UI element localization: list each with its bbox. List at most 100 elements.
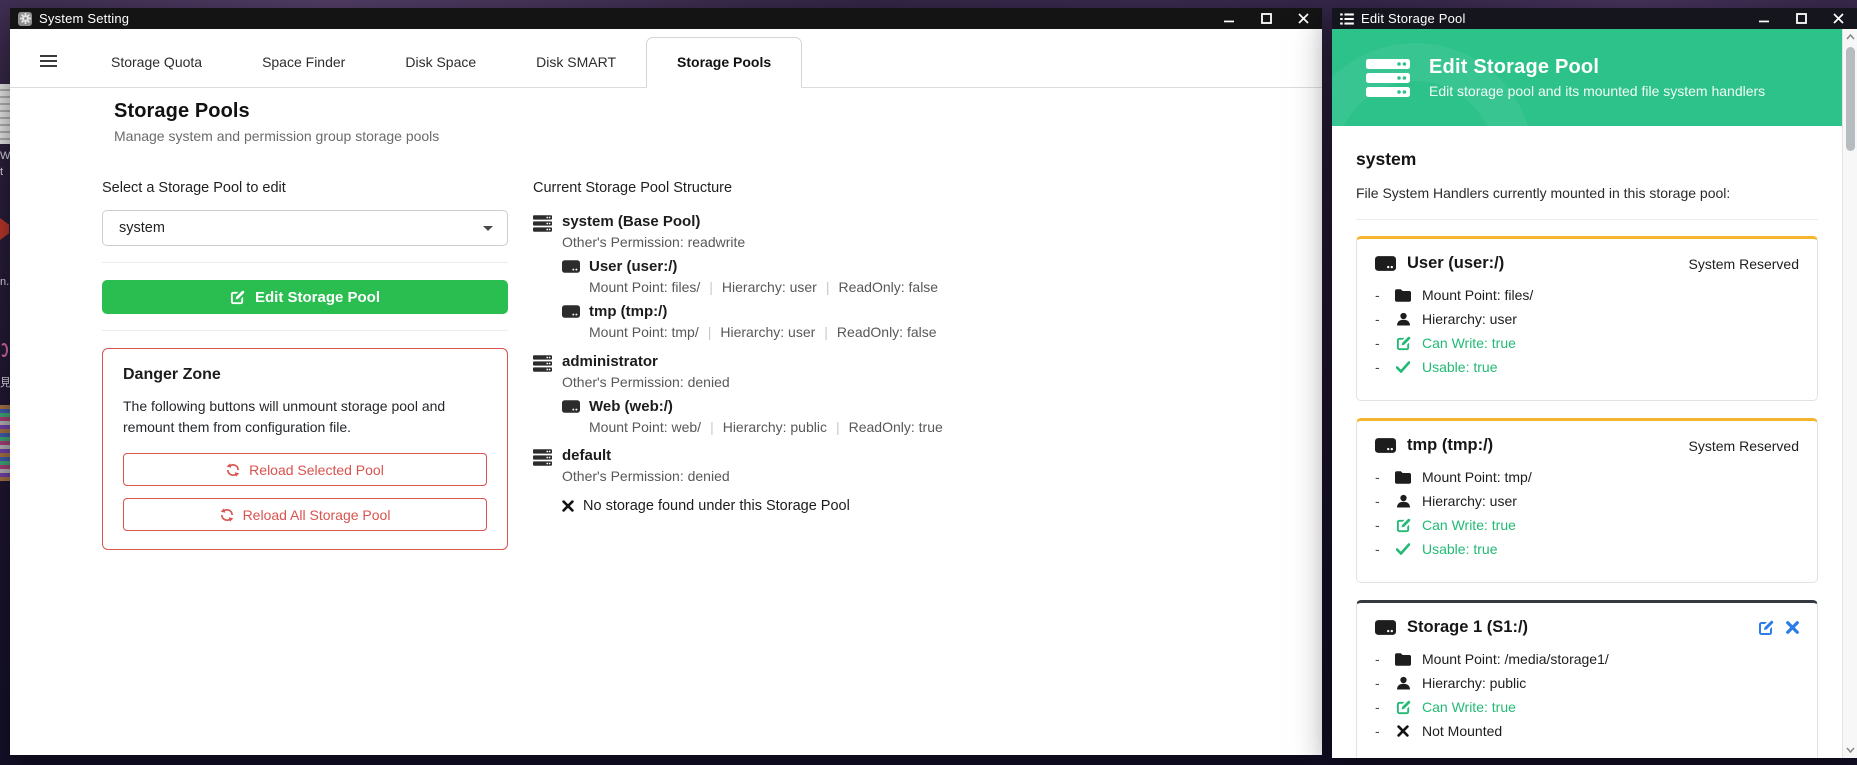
handler-name: tmp (tmp:/) xyxy=(589,303,937,321)
server-icon xyxy=(533,213,552,251)
edit-storage-pool-label: Edit Storage Pool xyxy=(255,289,380,306)
desktop-icon-fragment xyxy=(0,405,10,481)
desktop-icon-label-fragment: t xyxy=(0,167,3,178)
select-pool-label: Select a Storage Pool to edit xyxy=(102,180,508,196)
settings-tabbar: Storage Quota Space Finder Disk Space Di… xyxy=(10,29,1322,88)
edit-handler-button[interactable] xyxy=(1758,620,1774,636)
pool-name: default xyxy=(562,447,730,465)
pool-name: system (Base Pool) xyxy=(562,213,745,231)
desktop-icon-label-fragment: W xyxy=(0,151,10,162)
system-setting-window: System Setting Storage Quota Space Finde… xyxy=(10,8,1322,755)
gear-icon xyxy=(18,12,32,26)
tab-storage-pools[interactable]: Storage Pools xyxy=(646,37,802,88)
handler-detail-row: Can Write: true xyxy=(1375,699,1799,715)
page-title: Storage Pools xyxy=(114,100,439,123)
edit-icon xyxy=(1394,700,1412,715)
edit-pool-titlebar[interactable]: Edit Storage Pool xyxy=(1332,8,1857,29)
reload-selected-pool-button[interactable]: Reload Selected Pool xyxy=(123,453,487,486)
page-subtitle: Manage system and permission group stora… xyxy=(114,128,439,144)
hdd-icon xyxy=(1375,620,1396,635)
scrollbar[interactable] xyxy=(1842,29,1857,758)
edit-icon xyxy=(230,290,245,305)
hdd-icon xyxy=(562,258,580,296)
system-reserved-badge: System Reserved xyxy=(1689,438,1799,454)
handler-card-user: User (user:/) System Reserved Mount Poin… xyxy=(1356,236,1818,401)
hdd-icon xyxy=(1375,256,1396,271)
desktop-icon-fragment xyxy=(0,343,8,357)
remove-handler-button[interactable] xyxy=(1786,621,1799,634)
tree-pool-default: default Other's Permission: denied xyxy=(533,447,1173,485)
hamburger-menu-icon[interactable] xyxy=(36,55,81,87)
list-icon xyxy=(1340,13,1354,25)
handler-detail-row: Usable: true xyxy=(1375,359,1799,375)
handler-name: Web (web:/) xyxy=(589,398,943,416)
handler-detail-row: Mount Point: /media/storage1/ xyxy=(1375,651,1799,667)
tab-space-finder[interactable]: Space Finder xyxy=(232,37,375,87)
desktop-icon-label-fragment: n. xyxy=(0,277,9,288)
tab-storage-quota[interactable]: Storage Quota xyxy=(81,37,232,87)
server-icon xyxy=(533,447,552,485)
maximize-button[interactable] xyxy=(1794,12,1808,26)
handler-name: User (user:/) xyxy=(589,258,938,276)
handler-detail-row: Hierarchy: public xyxy=(1375,675,1799,691)
reload-all-storage-pool-label: Reload All Storage Pool xyxy=(243,507,391,523)
banner-title: Edit Storage Pool xyxy=(1429,56,1765,79)
close-button[interactable] xyxy=(1296,12,1310,26)
window-title: System Setting xyxy=(39,11,129,26)
pool-name-heading: system xyxy=(1356,149,1818,170)
system-reserved-badge: System Reserved xyxy=(1689,256,1799,272)
edit-storage-pool-button[interactable]: Edit Storage Pool xyxy=(102,280,508,314)
handler-detail-row: Mount Point: tmp/ xyxy=(1375,469,1799,485)
tree-empty-message: No storage found under this Storage Pool xyxy=(562,498,1173,514)
maximize-button[interactable] xyxy=(1259,12,1273,26)
tree-handler-web: Web (web:/) Mount Point: web/Hierarchy: … xyxy=(562,398,1173,436)
edit-storage-pool-window: Edit Storage Pool xyxy=(1332,8,1857,758)
handler-detail-row: Hierarchy: user xyxy=(1375,311,1799,327)
desktop-icon-fragment xyxy=(0,218,9,240)
minimize-button[interactable] xyxy=(1222,12,1236,26)
divider xyxy=(102,262,508,263)
handler-detail-row: Can Write: true xyxy=(1375,517,1799,533)
pool-edit-panel: Select a Storage Pool to edit system Edi… xyxy=(102,180,508,550)
pool-permission: Other's Permission: denied xyxy=(562,467,730,485)
divider xyxy=(102,330,508,331)
reload-selected-pool-label: Reload Selected Pool xyxy=(249,462,384,478)
server-stack-icon xyxy=(1366,59,1410,97)
folder-icon xyxy=(1394,289,1412,302)
hdd-icon xyxy=(1375,438,1396,453)
handler-detail-row: Usable: true xyxy=(1375,541,1799,557)
edit-icon xyxy=(1394,336,1412,351)
scroll-down-button[interactable] xyxy=(1843,742,1857,758)
handler-title: tmp (tmp:/) xyxy=(1407,436,1493,455)
tab-disk-smart[interactable]: Disk SMART xyxy=(506,37,646,87)
folder-icon xyxy=(1394,653,1412,666)
x-icon xyxy=(1394,725,1412,737)
pool-permission: Other's Permission: denied xyxy=(562,373,730,391)
tree-pool-system: system (Base Pool) Other's Permission: r… xyxy=(533,213,1173,251)
handler-details: Mount Point: web/Hierarchy: publicReadOn… xyxy=(589,418,943,436)
handler-card-tmp: tmp (tmp:/) System Reserved Mount Point:… xyxy=(1356,418,1818,583)
handler-title: Storage 1 (S1:/) xyxy=(1407,618,1528,637)
handler-detail-row: Mount Point: files/ xyxy=(1375,287,1799,303)
storage-pool-select[interactable]: system xyxy=(102,210,508,246)
reload-all-storage-pool-button[interactable]: Reload All Storage Pool xyxy=(123,498,487,531)
scrollbar-thumb[interactable] xyxy=(1846,47,1855,151)
scroll-up-button[interactable] xyxy=(1843,29,1857,45)
refresh-icon xyxy=(226,463,240,477)
person-icon xyxy=(1394,494,1412,508)
system-setting-titlebar[interactable]: System Setting xyxy=(10,8,1322,29)
person-icon xyxy=(1394,312,1412,326)
minimize-button[interactable] xyxy=(1757,12,1771,26)
tree-handler-user: User (user:/) Mount Point: files/Hierarc… xyxy=(562,258,1173,296)
close-button[interactable] xyxy=(1831,12,1845,26)
refresh-icon xyxy=(220,508,234,522)
banner-subtitle: Edit storage pool and its mounted file s… xyxy=(1429,83,1765,99)
structure-title: Current Storage Pool Structure xyxy=(533,180,1173,196)
tab-disk-space[interactable]: Disk Space xyxy=(375,37,506,87)
window-title: Edit Storage Pool xyxy=(1361,11,1466,26)
select-value: system xyxy=(119,220,165,236)
x-icon xyxy=(562,500,574,512)
danger-zone-title: Danger Zone xyxy=(123,366,487,384)
edit-icon xyxy=(1394,518,1412,533)
handler-detail-row: Can Write: true xyxy=(1375,335,1799,351)
